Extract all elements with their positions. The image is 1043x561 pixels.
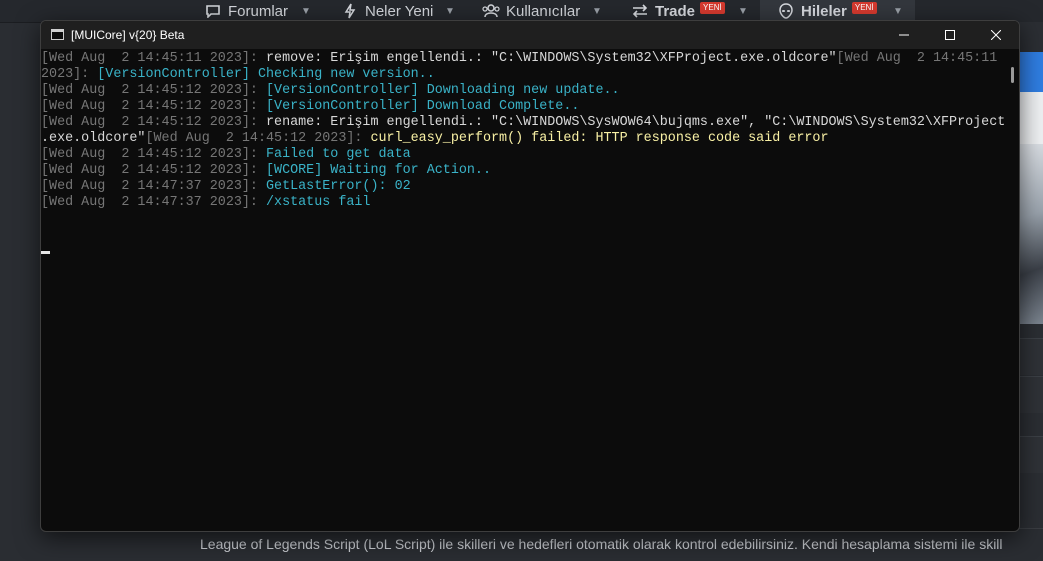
console-line: [Wed Aug 2 14:47:37 2023]: GetLastError(… xyxy=(41,179,411,194)
background-blue-block xyxy=(1018,52,1043,92)
nav-label: Hileler xyxy=(801,2,847,20)
background-row xyxy=(1018,376,1043,413)
scrollbar[interactable] xyxy=(1008,51,1018,527)
console-line: [Wed Aug 2 14:45:12 2023]: [VersionContr… xyxy=(41,99,580,114)
nav-label: Neler Yeni xyxy=(365,2,434,20)
nav-item-forumlar[interactable]: Forumlar xyxy=(204,0,288,22)
new-badge: YENİ xyxy=(851,2,877,14)
nav-item-hileler[interactable]: Hileler YENİ xyxy=(777,0,877,22)
swap-arrows-icon xyxy=(631,3,649,19)
alien-icon xyxy=(777,3,795,19)
close-icon xyxy=(991,30,1001,40)
console-output[interactable]: [Wed Aug 2 14:45:11 2023]: remove: Erişi… xyxy=(41,51,1007,527)
new-badge: YENİ xyxy=(700,2,725,14)
console-line: [Wed Aug 2 14:45:12 2023]: Failed to get… xyxy=(41,147,411,162)
title-bar[interactable]: [MUICore] v{20} Beta xyxy=(41,21,1019,49)
chevron-down-icon[interactable]: ▼ xyxy=(592,0,602,22)
nav-item-neler-yeni[interactable]: Neler Yeni xyxy=(341,0,433,22)
chevron-down-icon[interactable]: ▼ xyxy=(738,0,748,22)
scrollbar-thumb[interactable] xyxy=(1011,67,1014,83)
users-icon xyxy=(482,3,500,19)
console-app-icon xyxy=(51,29,64,40)
maximize-icon xyxy=(945,30,955,40)
window-title: [MUICore] v{20} Beta xyxy=(71,28,185,42)
console-window[interactable]: [MUICore] v{20} Beta [Wed Aug 2 14:45:11… xyxy=(40,20,1020,532)
background-row xyxy=(1018,338,1043,375)
console-line: [Wed Aug 2 14:45:12 2023]: [WCORE] Waiti… xyxy=(41,163,491,178)
background-white-block xyxy=(1018,92,1043,144)
nav-label: Trade xyxy=(655,2,696,20)
maximize-button[interactable] xyxy=(927,21,973,49)
chevron-down-icon[interactable]: ▼ xyxy=(301,0,311,22)
lightning-icon xyxy=(341,3,359,19)
background-image xyxy=(1018,144,1043,324)
console-line: [Wed Aug 2 14:45:12 2023]: rename: Erişi… xyxy=(41,115,1006,130)
background-row xyxy=(1018,436,1043,473)
nav-item-trade[interactable]: Trade YENİ xyxy=(631,0,725,22)
console-line: [Wed Aug 2 14:47:37 2023]: /xstatus fail xyxy=(41,195,371,210)
chevron-down-icon[interactable]: ▼ xyxy=(893,0,903,22)
nav-label: Forumlar xyxy=(228,2,289,20)
nav-label: Kullanıcılar xyxy=(506,2,581,20)
chevron-down-icon[interactable]: ▼ xyxy=(445,0,455,22)
console-line: [Wed Aug 2 14:45:11 2023]: remove: Erişi… xyxy=(41,51,998,66)
nav-item-kullanicilar[interactable]: Kullanıcılar xyxy=(482,0,580,22)
background-description-text: League of Legends Script (LoL Script) il… xyxy=(200,536,1003,552)
console-line: .exe.oldcore"[Wed Aug 2 14:45:12 2023]: … xyxy=(41,131,829,146)
speech-bubble-icon xyxy=(204,3,222,19)
console-line: [Wed Aug 2 14:45:12 2023]: [VersionContr… xyxy=(41,83,620,98)
console-line: 2023]: [VersionController] Checking new … xyxy=(41,67,435,82)
text-cursor xyxy=(41,251,50,254)
minimize-icon xyxy=(899,34,909,36)
minimize-button[interactable] xyxy=(881,21,927,49)
close-button[interactable] xyxy=(973,21,1019,49)
